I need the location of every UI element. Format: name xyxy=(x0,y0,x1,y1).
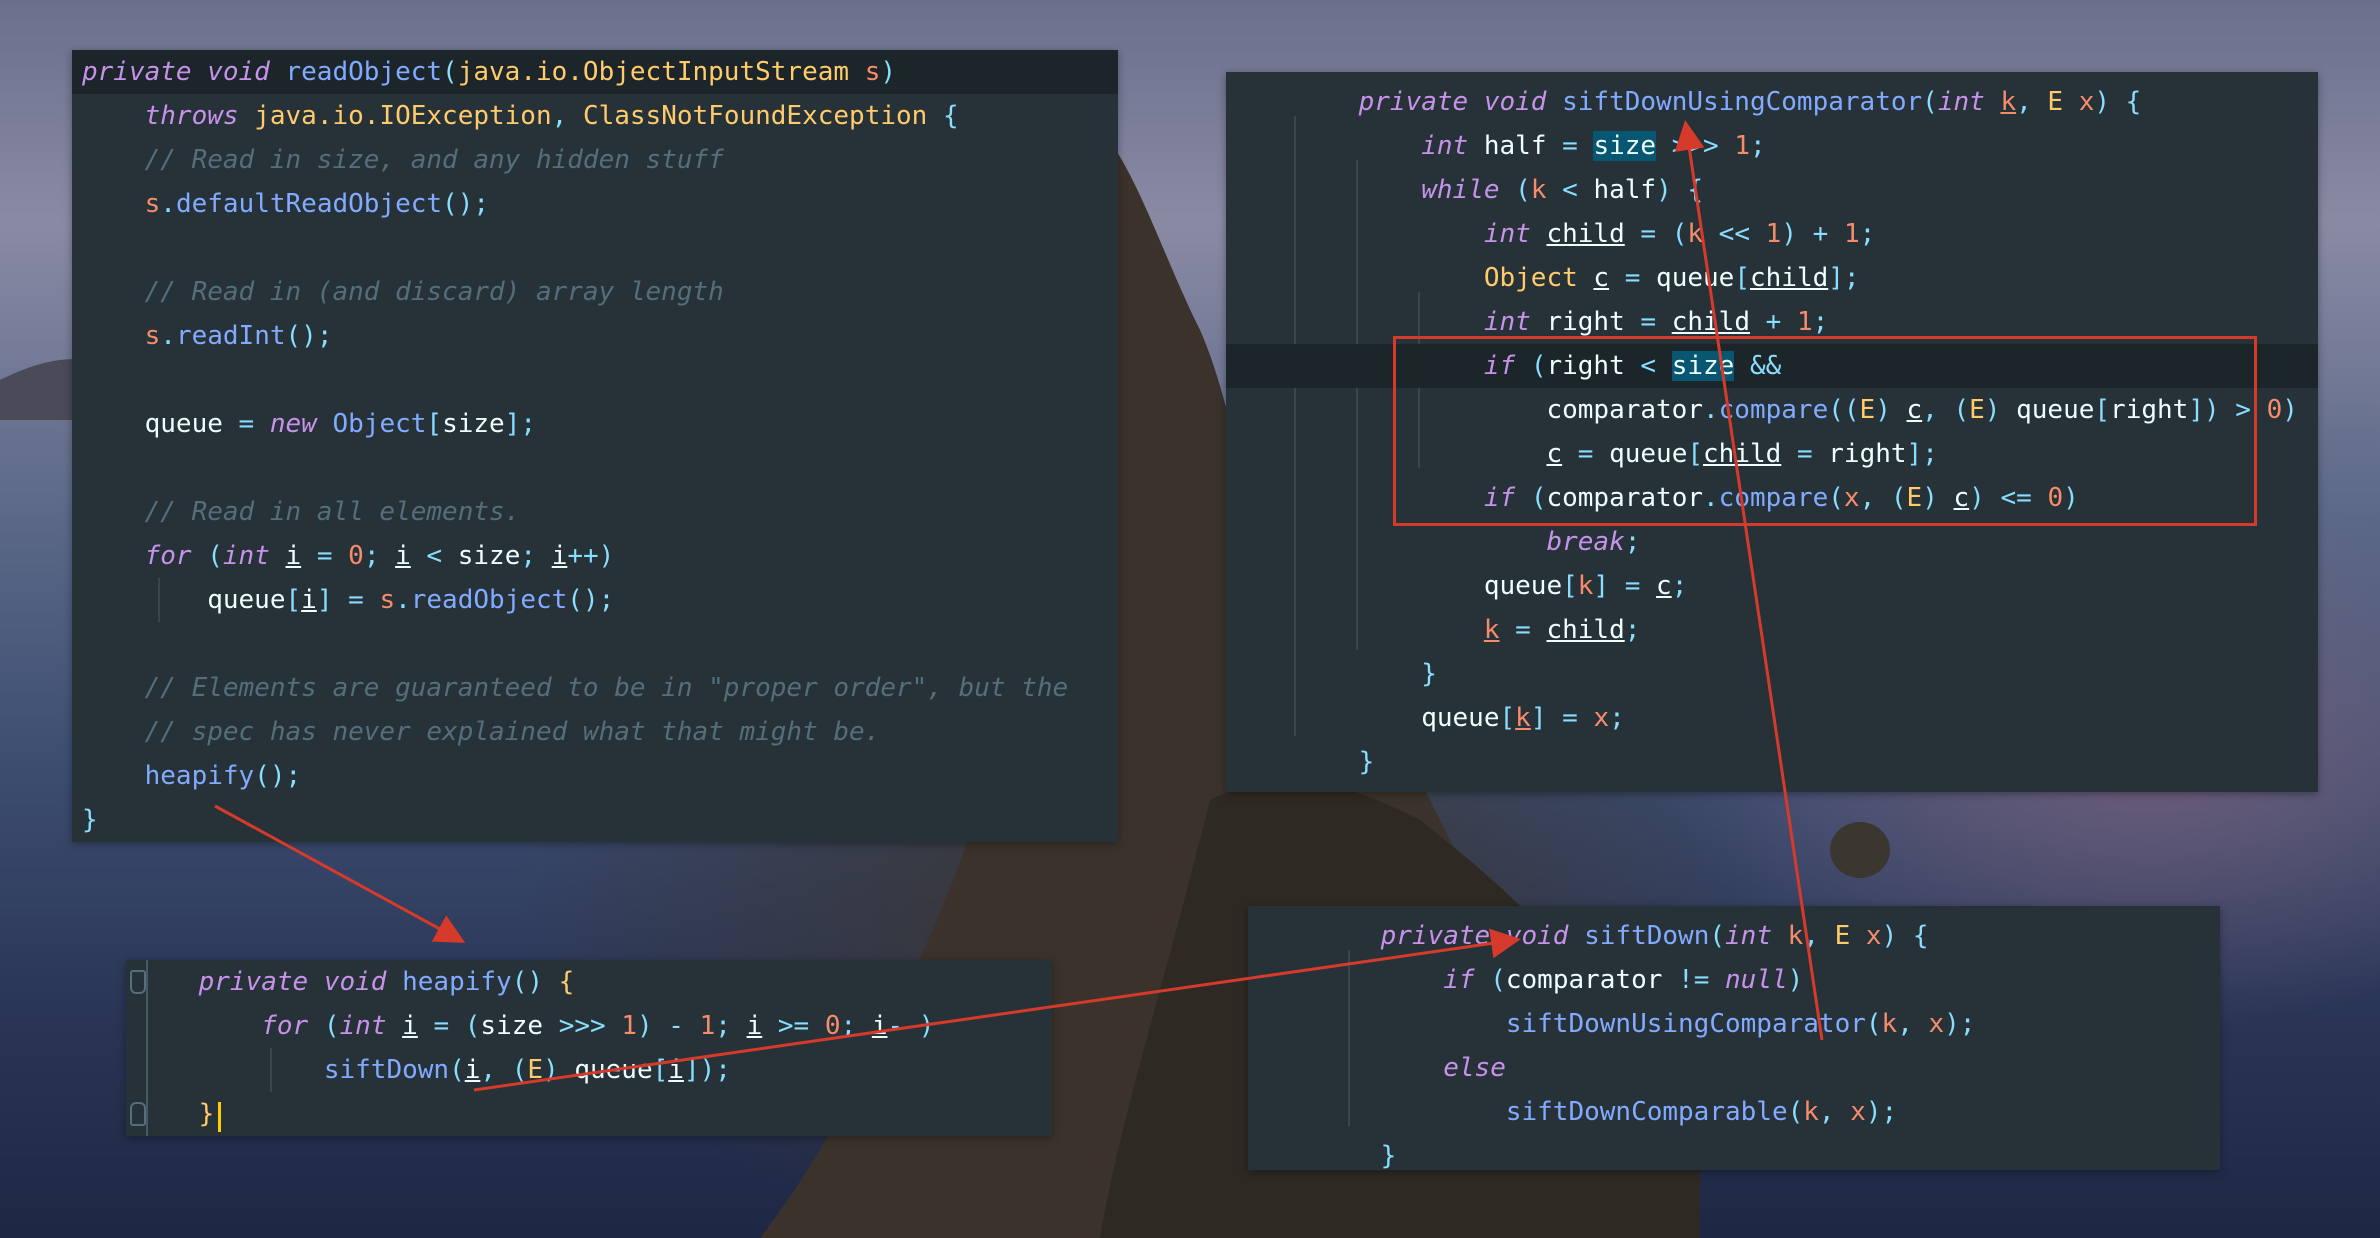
arrow-heapify-call xyxy=(214,804,466,943)
arrow-siftdownusingcomparator-call xyxy=(1674,120,1824,1041)
annotation-arrows xyxy=(214,120,1824,1092)
arrow-siftdown-call xyxy=(473,928,1521,1092)
